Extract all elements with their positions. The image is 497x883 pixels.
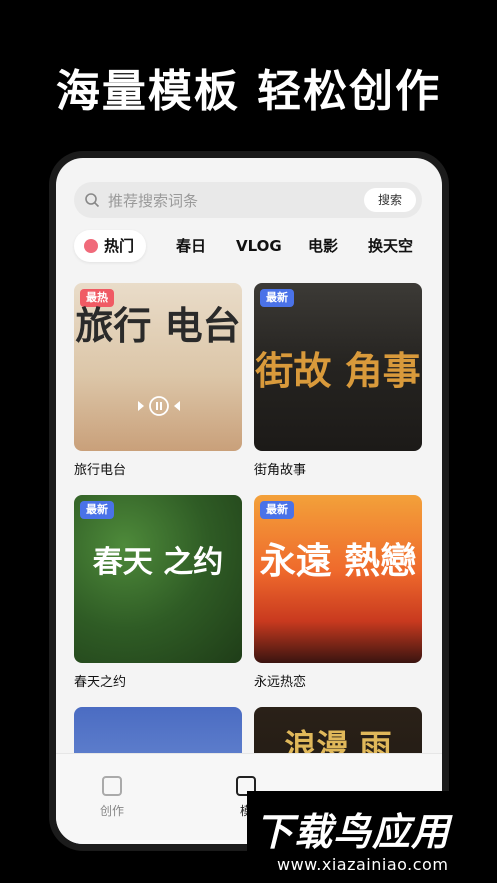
card-title: 旅行电台 (74, 463, 127, 478)
tab-movie[interactable]: 电影 (308, 230, 338, 262)
template-card-travel[interactable]: 最热 旅行 电台 旅行电台 (74, 283, 242, 478)
headline: 海量模板 轻松创作 (55, 66, 442, 117)
new-badge: 最新 (80, 501, 114, 519)
template-card-street[interactable]: 最新 街故 角事 街角故事 (254, 283, 422, 478)
thumbnail-overlay-text: 街故 角事 (255, 348, 421, 393)
tab-create-label: 创作 (99, 804, 124, 818)
tab-vlog[interactable]: VLOG (236, 230, 282, 262)
create-icon (102, 776, 122, 796)
template-card-love[interactable]: 最新 永遠 熱戀 永远热恋 (254, 495, 422, 690)
tab-spring[interactable]: 春日 (176, 230, 206, 262)
thumbnail-overlay-text: 永遠 熱戀 (259, 540, 417, 582)
card-title: 街角故事 (254, 463, 307, 478)
watermark: 下载鸟应用 www.xiazainiao.com (247, 791, 497, 883)
tab-sky[interactable]: 换天空 (368, 230, 413, 262)
flame-icon (84, 239, 98, 253)
template-thumbnail: 最新 永遠 熱戀 (254, 495, 422, 663)
search-icon (85, 193, 100, 208)
template-thumbnail: 最新 春天 之约 (74, 495, 242, 663)
search-button[interactable]: 搜索 (364, 188, 416, 212)
watermark-url: www.xiazainiao.com (277, 855, 449, 874)
thumbnail-overlay-text: 春天 之约 (92, 545, 224, 580)
template-thumbnail: 最新 街故 角事 (254, 283, 422, 451)
new-badge: 最新 (260, 289, 294, 307)
category-tabs: 热门 春日 VLOG 电影 换天空 (74, 230, 442, 262)
card-title: 永远热恋 (254, 675, 307, 690)
search-bar[interactable]: 推荐搜索词条 搜索 (74, 182, 422, 218)
tab-hot-label: 热门 (104, 237, 135, 255)
tab-create[interactable]: 创作 (82, 776, 142, 819)
phone-frame: 推荐搜索词条 搜索 热门 春日 VLOG 电影 换天空 最热 旅行 电台 旅行电… (49, 151, 449, 851)
player-controls-icon (138, 396, 180, 416)
template-card-spring[interactable]: 最新 春天 之约 春天之约 (74, 495, 242, 690)
new-badge: 最新 (260, 501, 294, 519)
search-placeholder[interactable]: 推荐搜索词条 (108, 190, 198, 211)
template-thumbnail: 最热 旅行 电台 (74, 283, 242, 451)
app-screen: 推荐搜索词条 搜索 热门 春日 VLOG 电影 换天空 最热 旅行 电台 旅行电… (56, 158, 442, 844)
tab-hot[interactable]: 热门 (74, 230, 147, 262)
watermark-brand: 下载鸟应用 (255, 810, 451, 854)
card-title: 春天之约 (74, 675, 127, 690)
thumbnail-overlay-text: 旅行 电台 (75, 303, 241, 348)
